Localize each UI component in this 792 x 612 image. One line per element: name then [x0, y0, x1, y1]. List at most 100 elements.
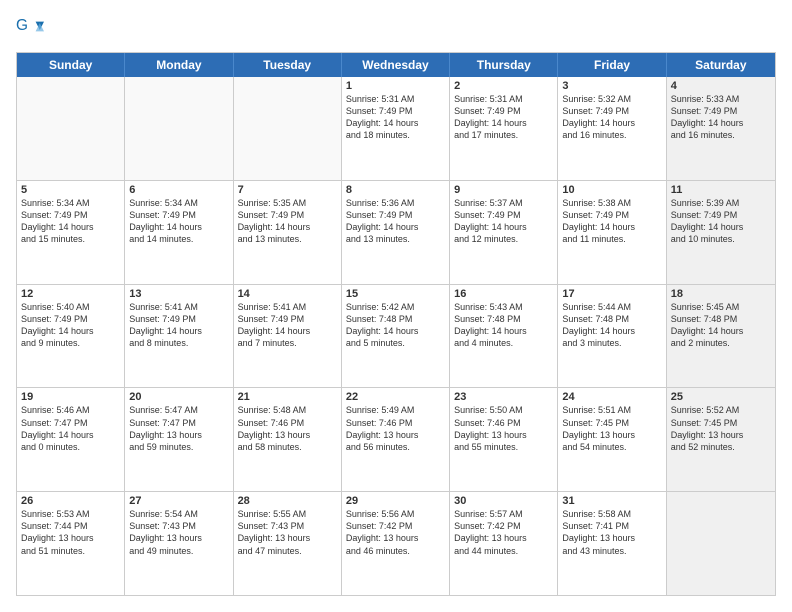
cell-info: Sunrise: 5:47 AM Sunset: 7:47 PM Dayligh…	[129, 404, 228, 453]
day-number: 29	[346, 495, 445, 507]
calendar-cell-day-20: 20Sunrise: 5:47 AM Sunset: 7:47 PM Dayli…	[125, 388, 233, 491]
calendar-cell-day-24: 24Sunrise: 5:51 AM Sunset: 7:45 PM Dayli…	[558, 388, 666, 491]
cell-info: Sunrise: 5:33 AM Sunset: 7:49 PM Dayligh…	[671, 93, 771, 142]
calendar-cell-empty	[234, 77, 342, 180]
calendar-cell-day-1: 1Sunrise: 5:31 AM Sunset: 7:49 PM Daylig…	[342, 77, 450, 180]
calendar-cell-day-23: 23Sunrise: 5:50 AM Sunset: 7:46 PM Dayli…	[450, 388, 558, 491]
calendar-cell-empty	[667, 492, 775, 595]
cell-info: Sunrise: 5:36 AM Sunset: 7:49 PM Dayligh…	[346, 197, 445, 246]
calendar-cell-day-31: 31Sunrise: 5:58 AM Sunset: 7:41 PM Dayli…	[558, 492, 666, 595]
day-number: 17	[562, 288, 661, 300]
day-number: 10	[562, 184, 661, 196]
day-number: 3	[562, 80, 661, 92]
calendar: SundayMondayTuesdayWednesdayThursdayFrid…	[16, 52, 776, 596]
calendar-cell-day-14: 14Sunrise: 5:41 AM Sunset: 7:49 PM Dayli…	[234, 285, 342, 388]
svg-text:G: G	[16, 17, 28, 34]
cell-info: Sunrise: 5:57 AM Sunset: 7:42 PM Dayligh…	[454, 508, 553, 557]
weekday-header-monday: Monday	[125, 53, 233, 77]
cell-info: Sunrise: 5:42 AM Sunset: 7:48 PM Dayligh…	[346, 301, 445, 350]
calendar-cell-day-18: 18Sunrise: 5:45 AM Sunset: 7:48 PM Dayli…	[667, 285, 775, 388]
calendar-cell-day-8: 8Sunrise: 5:36 AM Sunset: 7:49 PM Daylig…	[342, 181, 450, 284]
day-number: 11	[671, 184, 771, 196]
calendar-cell-day-9: 9Sunrise: 5:37 AM Sunset: 7:49 PM Daylig…	[450, 181, 558, 284]
day-number: 28	[238, 495, 337, 507]
weekday-header-saturday: Saturday	[667, 53, 775, 77]
day-number: 21	[238, 391, 337, 403]
cell-info: Sunrise: 5:41 AM Sunset: 7:49 PM Dayligh…	[129, 301, 228, 350]
calendar-row-4: 26Sunrise: 5:53 AM Sunset: 7:44 PM Dayli…	[17, 491, 775, 595]
day-number: 26	[21, 495, 120, 507]
calendar-row-1: 5 Sunrise: 5:34 AM Sunset: 7:49 PM Daylig…	[17, 180, 775, 284]
day-number: 27	[129, 495, 228, 507]
calendar-cell-day-2: 2Sunrise: 5:31 AM Sunset: 7:49 PM Daylig…	[450, 77, 558, 180]
calendar-cell-day-6: 6Sunrise: 5:34 AM Sunset: 7:49 PM Daylig…	[125, 181, 233, 284]
cell-info: Sunrise: 5:51 AM Sunset: 7:45 PM Dayligh…	[562, 404, 661, 453]
weekday-header-thursday: Thursday	[450, 53, 558, 77]
calendar-body: 1 Sunrise: 5:31 AM Sunset: 7:49 PM Daylig…	[17, 77, 775, 595]
day-number: 22	[346, 391, 445, 403]
cell-info: Sunrise: 5:32 AM Sunset: 7:49 PM Dayligh…	[562, 93, 661, 142]
day-number: 24	[562, 391, 661, 403]
calendar-cell-day-28: 28Sunrise: 5:55 AM Sunset: 7:43 PM Dayli…	[234, 492, 342, 595]
calendar-cell-day-16: 16Sunrise: 5:43 AM Sunset: 7:48 PM Dayli…	[450, 285, 558, 388]
calendar-cell-day-25: 25Sunrise: 5:52 AM Sunset: 7:45 PM Dayli…	[667, 388, 775, 491]
cell-info: Sunrise: 5:44 AM Sunset: 7:48 PM Dayligh…	[562, 301, 661, 350]
cell-info: Sunrise: 5:55 AM Sunset: 7:43 PM Dayligh…	[238, 508, 337, 557]
calendar-cell-day-17: 17Sunrise: 5:44 AM Sunset: 7:48 PM Dayli…	[558, 285, 666, 388]
calendar-cell-day-13: 13Sunrise: 5:41 AM Sunset: 7:49 PM Dayli…	[125, 285, 233, 388]
weekday-header-wednesday: Wednesday	[342, 53, 450, 77]
day-number: 12	[21, 288, 120, 300]
day-number: 5	[21, 184, 120, 196]
calendar-cell-empty	[125, 77, 233, 180]
calendar-cell-day-7: 7Sunrise: 5:35 AM Sunset: 7:49 PM Daylig…	[234, 181, 342, 284]
day-number: 7	[238, 184, 337, 196]
day-number: 30	[454, 495, 553, 507]
cell-info: Sunrise: 5:49 AM Sunset: 7:46 PM Dayligh…	[346, 404, 445, 453]
cell-info: Sunrise: 5:56 AM Sunset: 7:42 PM Dayligh…	[346, 508, 445, 557]
cell-info: Sunrise: 5:40 AM Sunset: 7:49 PM Dayligh…	[21, 301, 120, 350]
calendar-cell-day-29: 29Sunrise: 5:56 AM Sunset: 7:42 PM Dayli…	[342, 492, 450, 595]
cell-info: Sunrise: 5:39 AM Sunset: 7:49 PM Dayligh…	[671, 197, 771, 246]
cell-info: Sunrise: 5:38 AM Sunset: 7:49 PM Dayligh…	[562, 197, 661, 246]
cell-info: Sunrise: 5:43 AM Sunset: 7:48 PM Dayligh…	[454, 301, 553, 350]
day-number: 15	[346, 288, 445, 300]
logo-icon: G	[16, 16, 44, 44]
page: G SundayMondayTuesdayWednesdayThursdayFr…	[0, 0, 792, 612]
day-number: 1	[346, 80, 445, 92]
day-number: 6	[129, 184, 228, 196]
cell-info: Sunrise: 5:31 AM Sunset: 7:49 PM Dayligh…	[454, 93, 553, 142]
day-number: 14	[238, 288, 337, 300]
calendar-cell-day-5: 5Sunrise: 5:34 AM Sunset: 7:49 PM Daylig…	[17, 181, 125, 284]
cell-info: Sunrise: 5:45 AM Sunset: 7:48 PM Dayligh…	[671, 301, 771, 350]
day-number: 8	[346, 184, 445, 196]
day-number: 2	[454, 80, 553, 92]
calendar-cell-day-27: 27Sunrise: 5:54 AM Sunset: 7:43 PM Dayli…	[125, 492, 233, 595]
cell-info: Sunrise: 5:50 AM Sunset: 7:46 PM Dayligh…	[454, 404, 553, 453]
calendar-cell-day-21: 21Sunrise: 5:48 AM Sunset: 7:46 PM Dayli…	[234, 388, 342, 491]
weekday-header-friday: Friday	[558, 53, 666, 77]
day-number: 9	[454, 184, 553, 196]
cell-info: Sunrise: 5:35 AM Sunset: 7:49 PM Dayligh…	[238, 197, 337, 246]
calendar-header: SundayMondayTuesdayWednesdayThursdayFrid…	[17, 53, 775, 77]
cell-info: Sunrise: 5:53 AM Sunset: 7:44 PM Dayligh…	[21, 508, 120, 557]
calendar-cell-day-11: 11Sunrise: 5:39 AM Sunset: 7:49 PM Dayli…	[667, 181, 775, 284]
cell-info: Sunrise: 5:41 AM Sunset: 7:49 PM Dayligh…	[238, 301, 337, 350]
calendar-cell-day-4: 4Sunrise: 5:33 AM Sunset: 7:49 PM Daylig…	[667, 77, 775, 180]
calendar-cell-empty	[17, 77, 125, 180]
calendar-cell-day-3: 3Sunrise: 5:32 AM Sunset: 7:49 PM Daylig…	[558, 77, 666, 180]
cell-info: Sunrise: 5:34 AM Sunset: 7:49 PM Dayligh…	[129, 197, 228, 246]
day-number: 19	[21, 391, 120, 403]
cell-info: Sunrise: 5:58 AM Sunset: 7:41 PM Dayligh…	[562, 508, 661, 557]
day-number: 13	[129, 288, 228, 300]
cell-info: Sunrise: 5:52 AM Sunset: 7:45 PM Dayligh…	[671, 404, 771, 453]
calendar-row-2: 12Sunrise: 5:40 AM Sunset: 7:49 PM Dayli…	[17, 284, 775, 388]
day-number: 23	[454, 391, 553, 403]
cell-info: Sunrise: 5:46 AM Sunset: 7:47 PM Dayligh…	[21, 404, 120, 453]
cell-info: Sunrise: 5:37 AM Sunset: 7:49 PM Dayligh…	[454, 197, 553, 246]
day-number: 4	[671, 80, 771, 92]
calendar-row-0: 1 Sunrise: 5:31 AM Sunset: 7:49 PM Daylig…	[17, 77, 775, 180]
cell-info: Sunrise: 5:54 AM Sunset: 7:43 PM Dayligh…	[129, 508, 228, 557]
cell-info: Sunrise: 5:48 AM Sunset: 7:46 PM Dayligh…	[238, 404, 337, 453]
calendar-cell-day-12: 12Sunrise: 5:40 AM Sunset: 7:49 PM Dayli…	[17, 285, 125, 388]
weekday-header-sunday: Sunday	[17, 53, 125, 77]
